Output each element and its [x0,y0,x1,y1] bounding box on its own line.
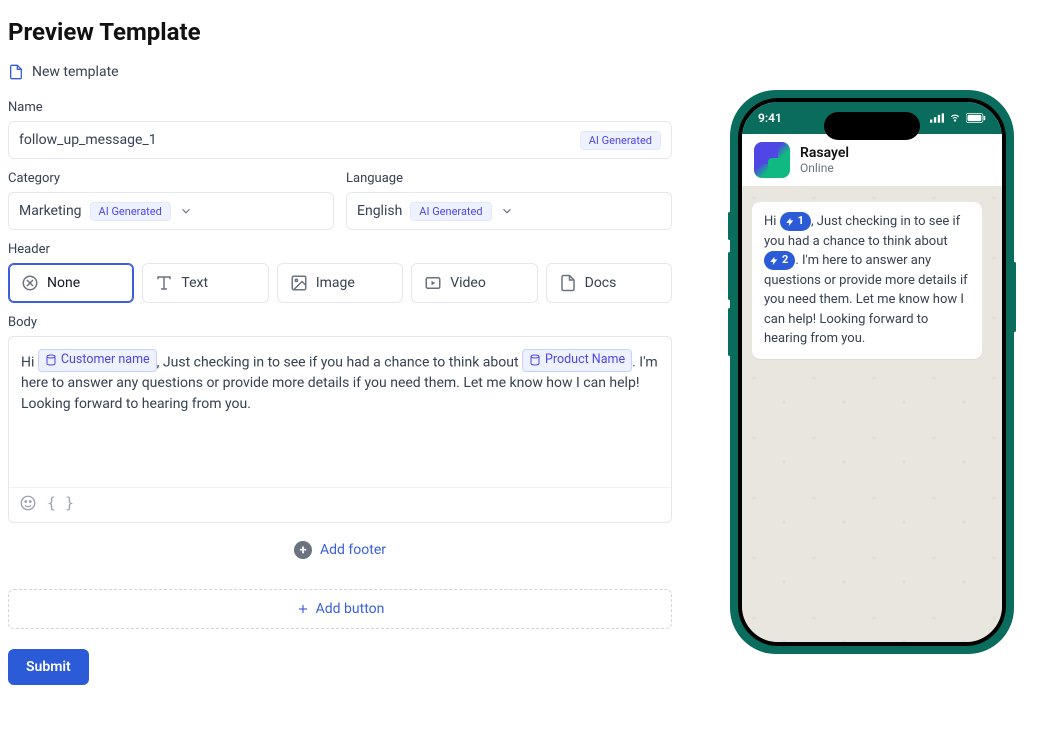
header-option-image[interactable]: Image [277,263,403,303]
bolt-icon [769,256,779,266]
docs-icon [559,274,577,292]
chevron-down-icon [500,204,514,218]
add-button-label: Add button [316,601,385,617]
image-icon [290,274,308,292]
phone-side-button [728,212,731,240]
variable-token-product[interactable]: Product Name [522,349,632,372]
wifi-icon [948,113,962,123]
chat-status: Online [800,161,849,175]
message-bubble: Hi 1, Just checking in to see if you had… [752,202,982,359]
emoji-icon[interactable] [19,494,37,516]
phone-side-button [728,252,731,300]
name-input[interactable]: follow_up_message_1 AI Generated [8,121,672,159]
language-select[interactable]: English AI Generated [346,192,672,230]
phone-preview: 9:41 Rasayel Online Hi [732,92,1012,652]
cancel-icon [21,274,39,292]
header-option-text[interactable]: Text [142,263,268,303]
add-footer-button[interactable]: + Add footer [8,523,672,571]
body-toolbar: { } [9,487,671,522]
text-icon [155,274,173,292]
plus-icon: + [294,541,312,559]
video-icon [424,274,442,292]
message-segment: Hi [764,214,780,229]
variable-placeholder-2: 2 [764,251,795,270]
language-value: English [357,203,402,219]
header-option-video[interactable]: Video [411,263,537,303]
name-label: Name [8,100,672,115]
body-label: Body [8,315,672,330]
database-icon [529,354,541,366]
page-title: Preview Template [0,0,1040,52]
body-text-content[interactable]: Hi Customer name , Just checking in to se… [9,337,671,487]
message-segment: . I'm here to answer any questions or pr… [764,253,968,346]
header-option-none[interactable]: None [8,263,134,303]
cellular-icon [930,113,944,123]
category-select[interactable]: Marketing AI Generated [8,192,334,230]
ai-generated-badge: AI Generated [580,131,661,150]
avatar [754,142,790,178]
breadcrumb-new-template[interactable]: New template [8,52,672,88]
battery-icon [966,113,986,123]
category-value: Marketing [19,203,82,219]
body-text-segment: , Just checking in to see if you had a c… [157,354,522,370]
chat-name: Rasayel [800,145,849,161]
ai-generated-badge: AI Generated [90,202,171,221]
body-text-segment: Hi [21,354,38,370]
header-option-label: Docs [585,275,617,291]
header-label: Header [8,242,672,257]
breadcrumb-label: New template [32,64,119,80]
body-editor[interactable]: Hi Customer name , Just checking in to se… [8,336,672,523]
database-icon [45,354,57,366]
category-label: Category [8,171,334,186]
name-input-value: follow_up_message_1 [19,132,572,148]
variable-placeholder-1: 1 [780,212,811,231]
document-icon [8,64,24,80]
add-footer-label: Add footer [320,542,386,558]
variable-token-label: Customer name [61,351,150,370]
header-option-label: None [47,275,80,291]
phone-notch [824,112,920,140]
submit-button[interactable]: Submit [8,649,89,685]
variable-token-label: Product Name [545,351,625,370]
header-option-label: Text [181,275,208,291]
bolt-icon [785,217,795,227]
insert-variable-button[interactable]: { } [47,494,74,516]
add-button-button[interactable]: Add button [8,589,672,629]
language-label: Language [346,171,672,186]
variable-token-customer[interactable]: Customer name [38,349,157,372]
chat-pane: Hi 1, Just checking in to see if you had… [742,186,1002,642]
phone-side-button [728,308,731,356]
header-type-group: None Text Image Video Docs [8,263,672,303]
header-option-label: Image [316,275,355,291]
phone-time: 9:41 [758,111,782,125]
chat-header: Rasayel Online [742,134,1002,186]
header-option-label: Video [450,275,486,291]
chevron-down-icon [179,204,193,218]
phone-side-button [1013,262,1016,332]
plus-icon [296,602,310,616]
ai-generated-badge: AI Generated [410,202,491,221]
header-option-docs[interactable]: Docs [546,263,672,303]
